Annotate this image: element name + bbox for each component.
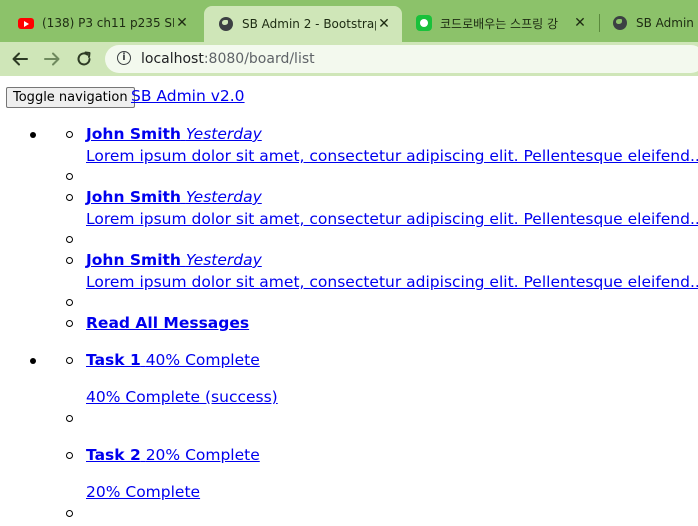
task-item-2[interactable]: Task 2 20% Complete: [86, 446, 260, 464]
tab-title: SB Admin 2: [636, 16, 698, 30]
message-preview[interactable]: Lorem ipsum dolor sit amet, consectetur …: [86, 147, 698, 165]
url-path: :8080/board/list: [203, 51, 315, 67]
message-sender: John Smith: [86, 251, 181, 269]
message-sender: John Smith: [86, 125, 181, 143]
read-all-messages-link[interactable]: Read All Messages: [86, 314, 249, 332]
task-name: Task 2: [86, 446, 141, 464]
naver-icon: [416, 15, 432, 31]
tab-title: SB Admin 2 - Bootstrap: [242, 17, 376, 31]
list-circle: [66, 320, 73, 327]
message-sender: John Smith: [86, 188, 181, 206]
close-tab-icon[interactable]: ✕: [376, 16, 392, 32]
message-time: Yesterday: [185, 188, 262, 206]
forward-arrow-icon[interactable]: [40, 47, 64, 71]
browser-tab-sb-admin-2[interactable]: SB Admin 2: [598, 6, 698, 40]
task-progress-text[interactable]: 20% Complete: [86, 483, 200, 501]
youtube-icon: [18, 15, 34, 31]
list-circle-divider: [66, 173, 73, 180]
browser-tab-code-spring[interactable]: 코드로배우는 스프링 강 ✕: [402, 6, 598, 40]
list-bullet: [30, 358, 36, 364]
list-circle: [66, 194, 73, 201]
message-time: Yesterday: [185, 251, 262, 269]
tab-title: 코드로배우는 스프링 강: [440, 16, 559, 31]
message-item-2[interactable]: John Smith Yesterday: [86, 188, 262, 206]
list-circle: [66, 257, 73, 264]
message-item-3[interactable]: John Smith Yesterday: [86, 251, 262, 269]
url-text: localhost:8080/board/list: [141, 51, 315, 67]
url-host: localhost: [141, 51, 204, 67]
message-preview[interactable]: Lorem ipsum dolor sit amet, consectetur …: [86, 210, 698, 228]
list-circle-divider: [66, 299, 73, 306]
message-time: Yesterday: [185, 125, 262, 143]
browser-tab-youtube[interactable]: (138) P3 ch11 p235 SB-A ✕: [4, 6, 200, 40]
close-tab-icon[interactable]: ✕: [572, 15, 588, 31]
list-circle-divider: [66, 415, 73, 422]
task-item-1[interactable]: Task 1 40% Complete: [86, 351, 260, 369]
browser-tab-strip: (138) P3 ch11 p235 SB-A ✕ SB Admin 2 - B…: [0, 0, 698, 42]
address-bar[interactable]: i localhost:8080/board/list: [105, 45, 698, 73]
list-circle: [66, 452, 73, 459]
list-circle-divider: [66, 510, 73, 517]
brand-link[interactable]: SB Admin v2.0: [131, 87, 245, 105]
page-content: Toggle navigation SB Admin v2.0 John Smi…: [0, 76, 698, 526]
task-name: Task 1: [86, 351, 141, 369]
task-status: 40% Complete: [145, 351, 260, 369]
task-progress-text[interactable]: 40% Complete (success): [86, 388, 278, 406]
globe-icon: [218, 16, 234, 32]
task-status: 20% Complete: [145, 446, 260, 464]
close-tab-icon[interactable]: ✕: [174, 15, 190, 31]
list-circle: [66, 357, 73, 364]
list-circle-divider: [66, 236, 73, 243]
message-preview[interactable]: Lorem ipsum dolor sit amet, consectetur …: [86, 273, 698, 291]
list-circle: [66, 131, 73, 138]
browser-tab-sb-admin-bootstrap[interactable]: SB Admin 2 - Bootstrap ✕: [204, 6, 402, 42]
globe-icon: [612, 15, 628, 31]
list-bullet: [30, 132, 36, 138]
tab-title: (138) P3 ch11 p235 SB-A: [42, 16, 174, 30]
info-icon[interactable]: i: [117, 51, 131, 65]
back-arrow-icon[interactable]: [8, 47, 32, 71]
browser-toolbar: i localhost:8080/board/list: [0, 42, 698, 77]
reload-icon[interactable]: [72, 47, 96, 71]
toggle-navigation-button[interactable]: Toggle navigation: [6, 87, 135, 108]
message-item-1[interactable]: John Smith Yesterday: [86, 125, 262, 143]
